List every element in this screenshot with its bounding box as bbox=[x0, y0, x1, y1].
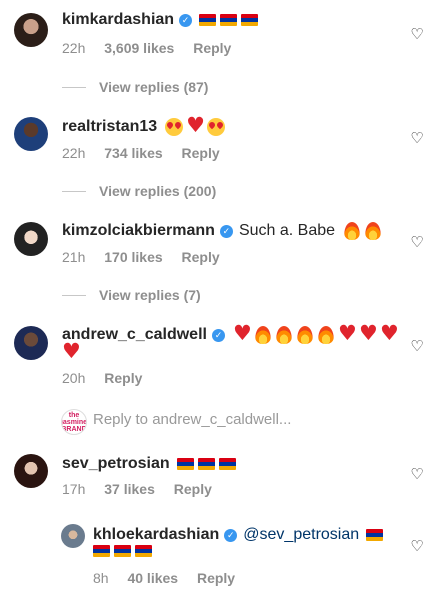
armenia-flag-emoji bbox=[114, 545, 131, 557]
view-replies-button[interactable]: View replies (87) bbox=[62, 79, 208, 95]
timestamp: 17h bbox=[62, 481, 86, 497]
red-heart-emoji bbox=[62, 341, 81, 362]
fire-emoji bbox=[344, 222, 360, 240]
red-heart-emoji bbox=[380, 323, 399, 344]
fire-emoji bbox=[365, 222, 381, 240]
reply-button[interactable]: Reply bbox=[182, 145, 220, 161]
like-heart-icon[interactable]: ♡ bbox=[410, 27, 424, 42]
view-replies-label: View replies (87) bbox=[99, 79, 209, 95]
divider bbox=[62, 294, 86, 296]
reply-button[interactable]: Reply bbox=[193, 40, 231, 56]
like-heart-icon[interactable]: ♡ bbox=[410, 339, 424, 354]
comment-meta: 20h Reply bbox=[62, 369, 157, 387]
likes-count[interactable]: 734 likes bbox=[104, 145, 162, 161]
view-replies-label: View replies (7) bbox=[99, 287, 201, 303]
avatar[interactable] bbox=[14, 326, 48, 360]
view-replies-button[interactable]: View replies (7) bbox=[62, 287, 201, 303]
armenia-flag-emoji bbox=[241, 14, 259, 26]
comment-line: khloekardashian ✓ @sev_petrosian bbox=[93, 525, 384, 545]
divider bbox=[62, 190, 86, 192]
verified-badge-icon: ✓ bbox=[219, 224, 233, 238]
red-heart-emoji bbox=[233, 323, 252, 344]
fire-emoji bbox=[276, 326, 292, 344]
username[interactable]: sev_petrosian bbox=[62, 454, 170, 474]
verified-badge-icon: ✓ bbox=[179, 13, 193, 27]
comment-line: kimkardashian ✓ bbox=[62, 10, 259, 30]
armenia-flag-emoji bbox=[93, 545, 110, 557]
like-heart-icon[interactable]: ♡ bbox=[410, 131, 424, 146]
verified-badge-icon: ✓ bbox=[224, 528, 238, 542]
comment-meta: 17h 37 likes Reply bbox=[62, 480, 227, 498]
heart-eyes-emoji bbox=[165, 118, 184, 136]
username[interactable]: kimzolciakbiermann bbox=[62, 221, 215, 241]
divider bbox=[62, 86, 86, 88]
reply-button[interactable]: Reply bbox=[104, 370, 142, 386]
likes-count[interactable]: 170 likes bbox=[104, 249, 162, 265]
username[interactable]: andrew_c_caldwell bbox=[62, 325, 207, 345]
mention-link[interactable]: @sev_petrosian bbox=[243, 525, 359, 545]
comment-text: Such a. Babe bbox=[238, 222, 336, 239]
comment-line-wrap bbox=[59, 341, 81, 362]
username[interactable]: kimkardashian bbox=[62, 10, 174, 30]
comment-meta: 22h 3,609 likes Reply bbox=[62, 39, 246, 57]
armenia-flag-emoji bbox=[366, 529, 384, 541]
heart-eyes-emoji bbox=[207, 118, 226, 136]
avatar[interactable] bbox=[14, 454, 48, 488]
brand-logo-avatar: the jasmine BRAND bbox=[61, 409, 87, 435]
avatar[interactable] bbox=[14, 222, 48, 256]
fire-emoji bbox=[318, 326, 334, 344]
likes-count[interactable]: 37 likes bbox=[104, 481, 155, 497]
reply-button[interactable]: Reply bbox=[182, 249, 220, 265]
comment-meta: 22h 734 likes Reply bbox=[62, 144, 235, 162]
comment-meta: 21h 170 likes Reply bbox=[62, 248, 235, 266]
like-heart-icon[interactable]: ♡ bbox=[410, 539, 424, 554]
armenia-flag-emoji bbox=[220, 14, 238, 26]
reply-input[interactable]: Reply to andrew_c_caldwell... bbox=[93, 411, 291, 428]
username[interactable]: khloekardashian bbox=[93, 525, 219, 545]
fire-emoji bbox=[255, 326, 271, 344]
timestamp: 22h bbox=[62, 145, 86, 161]
avatar[interactable] bbox=[14, 13, 48, 47]
red-heart-emoji bbox=[186, 115, 205, 136]
avatar[interactable] bbox=[14, 117, 48, 151]
view-replies-button[interactable]: View replies (200) bbox=[62, 183, 216, 199]
comment-line: andrew_c_caldwell ✓ bbox=[62, 323, 399, 345]
armenia-flag-emoji bbox=[199, 14, 217, 26]
armenia-flag-emoji bbox=[135, 545, 152, 557]
timestamp: 20h bbox=[62, 370, 86, 386]
armenia-flag-emoji bbox=[218, 458, 236, 470]
armenia-flag-emoji bbox=[197, 458, 215, 470]
red-heart-emoji bbox=[359, 323, 378, 344]
comment-line: realtristan13 bbox=[62, 115, 226, 137]
timestamp: 22h bbox=[62, 40, 86, 56]
reply-button[interactable]: Reply bbox=[174, 481, 212, 497]
likes-count[interactable]: 3,609 likes bbox=[104, 40, 174, 56]
comment-meta: 8h 40 likes Reply bbox=[93, 569, 250, 587]
brand-logo-text: the jasmine BRAND bbox=[61, 411, 87, 433]
avatar[interactable] bbox=[61, 524, 85, 548]
red-heart-emoji bbox=[338, 323, 357, 344]
timestamp: 21h bbox=[62, 249, 86, 265]
username[interactable]: realtristan13 bbox=[62, 117, 157, 137]
armenia-flag-emoji bbox=[176, 458, 194, 470]
verified-badge-icon: ✓ bbox=[211, 328, 225, 342]
fire-emoji bbox=[297, 326, 313, 344]
timestamp: 8h bbox=[93, 570, 109, 586]
like-heart-icon[interactable]: ♡ bbox=[410, 467, 424, 482]
comment-line: kimzolciakbiermann ✓ Such a. Babe bbox=[62, 221, 382, 241]
comment-line: sev_petrosian bbox=[62, 454, 236, 474]
likes-count[interactable]: 40 likes bbox=[127, 570, 178, 586]
like-heart-icon[interactable]: ♡ bbox=[410, 235, 424, 250]
view-replies-label: View replies (200) bbox=[99, 183, 217, 199]
reply-button[interactable]: Reply bbox=[197, 570, 235, 586]
comment-line-wrap bbox=[93, 545, 152, 557]
